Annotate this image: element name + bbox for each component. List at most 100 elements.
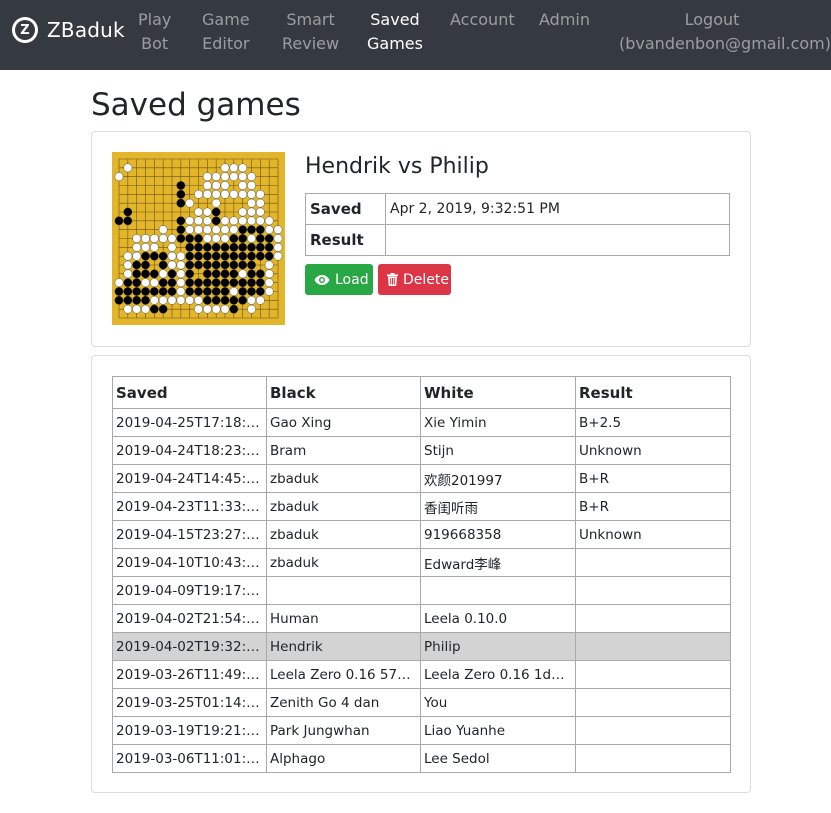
black-stone xyxy=(238,295,248,305)
column-header-black[interactable]: Black xyxy=(266,376,421,409)
table-row[interactable]: 2019-04-24T18:23:27... Bram Stijn Unknown xyxy=(112,436,731,465)
white-stone xyxy=(185,216,195,226)
white-stone xyxy=(220,216,230,226)
cell-saved: 2019-04-02T21:54:12... xyxy=(112,604,267,633)
table-row[interactable]: 2019-04-02T21:54:12... Human Leela 0.10.0 xyxy=(112,604,731,633)
black-stone xyxy=(132,269,142,279)
black-stone xyxy=(185,260,195,270)
white-stone xyxy=(123,251,133,261)
white-stone xyxy=(158,295,168,305)
black-stone xyxy=(211,251,221,261)
black-stone xyxy=(202,269,212,279)
cell-black: zbaduk xyxy=(266,492,421,521)
nav-saved-games[interactable]: Saved Games xyxy=(367,8,423,56)
table-row[interactable]: 2019-03-06T11:01:26... Alphago Lee Sedol xyxy=(112,744,731,773)
black-stone xyxy=(114,295,124,305)
nav-play-bot[interactable]: Play Bot xyxy=(138,8,171,56)
black-stone xyxy=(220,251,230,261)
cell-white: Lee Sedol xyxy=(420,744,576,773)
black-stone xyxy=(194,260,203,270)
cell-result xyxy=(575,632,731,661)
white-stone xyxy=(220,304,230,314)
white-stone xyxy=(167,295,177,305)
nav-admin[interactable]: Admin xyxy=(539,8,590,32)
black-stone xyxy=(176,181,186,190)
black-stone xyxy=(211,207,221,217)
black-stone xyxy=(211,287,221,296)
cell-saved: 2019-03-19T19:21:34... xyxy=(112,716,267,745)
table-row[interactable]: 2019-04-15T23:27:08... zbaduk 919668358 Unk… xyxy=(112,520,731,549)
cell-result xyxy=(575,688,731,717)
white-stone xyxy=(114,172,124,182)
cell-white: 香闺听雨 xyxy=(420,492,576,521)
white-stone xyxy=(247,198,256,208)
black-stone xyxy=(229,251,239,261)
nav-game-editor[interactable]: Game Editor xyxy=(202,8,250,56)
cell-white: Xie Yimin xyxy=(420,408,576,437)
cell-result: B+2.5 xyxy=(575,408,731,437)
table-row[interactable]: 2019-03-19T19:21:34... Park Jungwhan Liao … xyxy=(112,716,731,745)
black-stone xyxy=(247,225,256,235)
cell-black: Zenith Go 4 dan xyxy=(266,688,421,717)
brand-link[interactable]: Z ZBaduk xyxy=(12,17,125,43)
nav-logout[interactable]: Logout (bvandenbon@gmail.com) xyxy=(619,8,831,56)
column-header-result[interactable]: Result xyxy=(575,376,731,409)
black-stone xyxy=(264,251,274,261)
black-stone xyxy=(220,269,230,279)
nav-account[interactable]: Account xyxy=(450,8,515,32)
black-stone xyxy=(264,242,274,252)
white-stone xyxy=(158,225,168,235)
cell-black: Park Jungwhan xyxy=(266,716,421,745)
black-stone xyxy=(247,269,256,279)
table-row[interactable]: 2019-04-02T19:32:51... Hendrik Philip xyxy=(112,632,731,661)
white-stone xyxy=(141,304,150,314)
cell-saved: 2019-04-24T14:45:45... xyxy=(112,464,267,493)
white-stone xyxy=(273,242,283,252)
white-stone xyxy=(202,216,212,226)
white-stone xyxy=(229,172,239,182)
white-stone xyxy=(123,269,133,279)
white-stone xyxy=(211,189,221,199)
black-stone xyxy=(229,234,239,243)
black-stone xyxy=(229,269,239,279)
white-stone xyxy=(185,198,195,208)
delete-button[interactable]: Delete xyxy=(378,264,451,295)
white-stone xyxy=(158,269,168,279)
black-stone xyxy=(158,278,168,288)
column-header-white[interactable]: White xyxy=(420,376,576,409)
cell-result: Unknown xyxy=(575,520,731,549)
column-header-saved[interactable]: Saved xyxy=(112,376,267,409)
black-stone xyxy=(255,269,265,279)
white-stone xyxy=(123,260,133,270)
white-stone xyxy=(167,251,177,261)
cell-black: Human xyxy=(266,604,421,633)
black-stone xyxy=(167,269,177,279)
table-row[interactable]: 2019-04-25T17:18:12... Gao Xing Xie Yimin B… xyxy=(112,408,731,437)
white-stone xyxy=(149,295,159,305)
white-stone xyxy=(229,189,239,199)
load-button-label: Load xyxy=(335,271,369,288)
black-stone xyxy=(185,242,195,252)
info-saved-label: Saved xyxy=(305,193,386,225)
table-row[interactable]: 2019-03-26T11:49:15... Leela Zero 0.16 57… xyxy=(112,660,731,689)
table-row[interactable]: 2019-04-23T11:33:57... zbaduk 香闺听雨 B+R xyxy=(112,492,731,521)
delete-button-label: Delete xyxy=(403,271,449,288)
white-stone xyxy=(202,225,212,235)
table-row[interactable]: 2019-04-09T19:17:10... xyxy=(112,576,731,605)
table-row[interactable]: 2019-04-24T14:45:45... zbaduk 欢颜201997 B+R xyxy=(112,464,731,493)
selected-game-title: Hendrik vs Philip xyxy=(305,154,489,179)
white-stone xyxy=(202,207,212,217)
table-row[interactable]: 2019-04-10T10:43:50... zbaduk Edward李峰 xyxy=(112,548,731,577)
cell-saved: 2019-04-25T17:18:12... xyxy=(112,408,267,437)
cell-white: Edward李峰 xyxy=(420,548,576,577)
white-stone xyxy=(273,234,283,243)
load-button[interactable]: Load xyxy=(305,264,373,295)
black-stone xyxy=(238,242,248,252)
white-stone xyxy=(238,207,248,217)
nav-smart-review[interactable]: Smart Review xyxy=(282,8,339,56)
saved-games-table: Saved Black White Result 2019-04-25T17:1… xyxy=(112,376,731,773)
white-stone xyxy=(132,242,142,252)
black-stone xyxy=(176,198,186,208)
black-stone xyxy=(255,242,265,252)
table-row[interactable]: 2019-03-25T01:14:23... Zenith Go 4 dan You xyxy=(112,688,731,717)
